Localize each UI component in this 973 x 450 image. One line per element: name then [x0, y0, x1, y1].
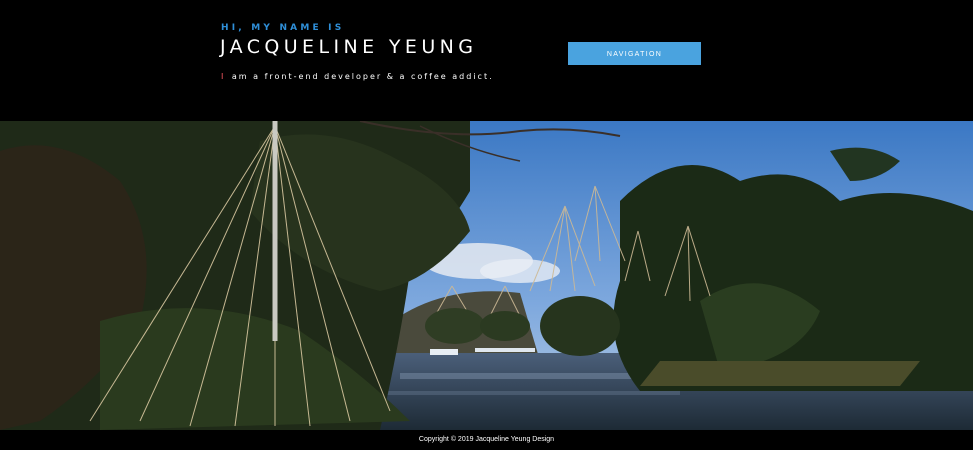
tagline-text: am a front-end developer & a coffee addi… — [231, 72, 494, 81]
copyright-text: Copyright © 2019 Jacqueline Yeung Design — [418, 436, 555, 443]
japanese-garden-photo — [0, 121, 973, 430]
tagline-cursor: I — [221, 72, 226, 81]
tagline: I am a front-end developer & a coffee ad… — [221, 72, 494, 81]
page: HI, MY NAME IS JACQUELINE YEUNG I am a f… — [0, 0, 973, 450]
hero-image — [0, 121, 973, 430]
navigation-button[interactable]: NAVIGATION — [568, 42, 701, 65]
site-header: HI, MY NAME IS JACQUELINE YEUNG I am a f… — [0, 0, 973, 121]
site-footer: Copyright © 2019 Jacqueline Yeung Design — [0, 430, 973, 450]
page-title: JACQUELINE YEUNG — [220, 36, 478, 58]
intro-text: HI, MY NAME IS — [221, 23, 345, 33]
